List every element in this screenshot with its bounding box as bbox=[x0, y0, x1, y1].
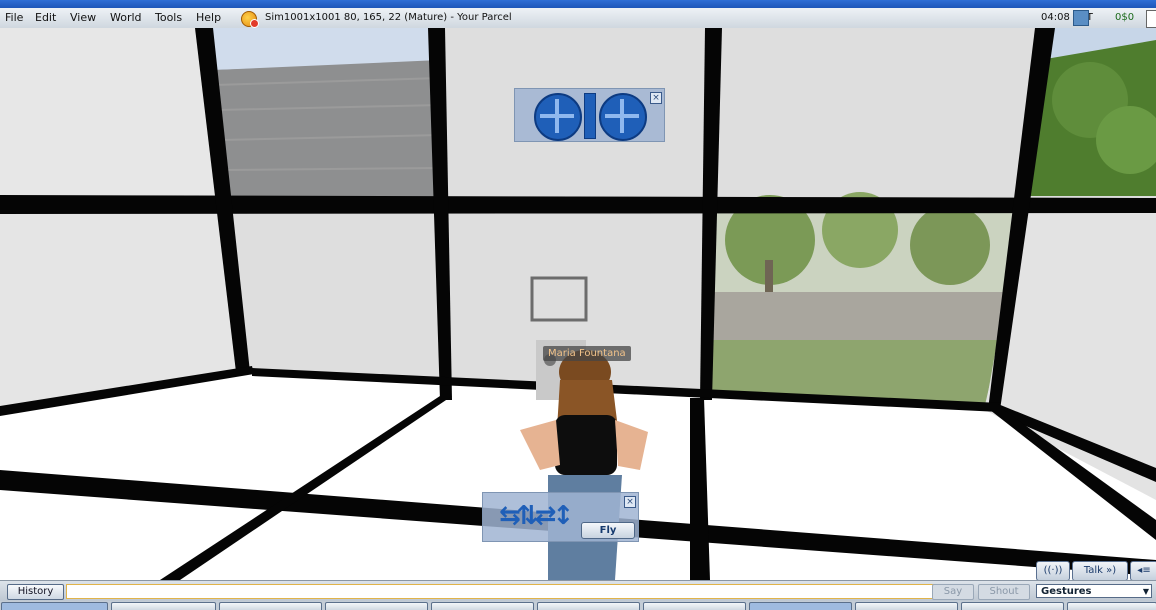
gestures-dropdown[interactable]: Gestures ▼ bbox=[1036, 584, 1152, 598]
menu-world[interactable]: World bbox=[110, 11, 142, 24]
window-control[interactable] bbox=[1146, 10, 1156, 28]
world-viewport[interactable]: Maria Fountana × ⇆⇅⇄↕ × Fly ((·)) Talk »… bbox=[0, 28, 1156, 580]
toolbar-button-1[interactable] bbox=[1, 602, 108, 610]
history-button[interactable]: History bbox=[7, 584, 64, 600]
camera-orbit-joystick[interactable] bbox=[534, 93, 582, 141]
gestures-label: Gestures bbox=[1041, 586, 1092, 597]
menu-bar: File Edit View World Tools Help Sim1001x… bbox=[0, 8, 1156, 29]
toolbar-button-6[interactable] bbox=[537, 602, 640, 610]
location-text[interactable]: Sim1001x1001 80, 165, 22 (Mature) - Your… bbox=[265, 12, 512, 23]
toolbar-button-8[interactable] bbox=[749, 602, 852, 610]
movement-controls-panel: ⇆⇅⇄↕ × Fly bbox=[482, 492, 639, 542]
chat-input[interactable] bbox=[66, 584, 934, 599]
camera-pan-joystick[interactable] bbox=[599, 93, 647, 141]
balance-text[interactable]: 0$0 bbox=[1115, 12, 1134, 23]
toolbar-button-9[interactable] bbox=[855, 602, 958, 610]
speakers-icon[interactable]: ◂≡ bbox=[1130, 561, 1156, 580]
menu-edit[interactable]: Edit bbox=[35, 11, 56, 24]
toolbar-button-3[interactable] bbox=[219, 602, 322, 610]
chevron-down-icon: ▼ bbox=[1142, 587, 1149, 596]
bottom-toolbar bbox=[0, 601, 1156, 610]
toolbar-button-7[interactable] bbox=[643, 602, 746, 610]
toolbar-button-4[interactable] bbox=[325, 602, 428, 610]
menu-view[interactable]: View bbox=[70, 11, 96, 24]
voice-settings-icon[interactable]: ((·)) bbox=[1036, 561, 1070, 580]
camera-controls-panel: × bbox=[514, 88, 665, 142]
close-movement-controls-icon[interactable]: × bbox=[624, 496, 636, 508]
toolbar-button-11[interactable] bbox=[1067, 602, 1156, 610]
talk-label: Talk bbox=[1083, 565, 1103, 576]
shout-button[interactable]: Shout bbox=[978, 584, 1030, 600]
media-icon[interactable] bbox=[1073, 10, 1089, 26]
fly-button[interactable]: Fly bbox=[581, 522, 635, 539]
toolbar-button-5[interactable] bbox=[431, 602, 534, 610]
avatar-name-tag: Maria Fountana bbox=[543, 346, 631, 361]
movement-arrows-icon[interactable]: ⇆⇅⇄↕ bbox=[499, 499, 574, 533]
voice-controls: ((·)) Talk ») ◂≡ bbox=[1032, 561, 1156, 580]
toolbar-button-2[interactable] bbox=[111, 602, 216, 610]
close-camera-controls-icon[interactable]: × bbox=[650, 92, 662, 104]
chat-bar: History Say Shout Gestures ▼ bbox=[0, 580, 1156, 602]
menu-help[interactable]: Help bbox=[196, 11, 221, 24]
menu-file[interactable]: File bbox=[5, 11, 23, 24]
window-title-bar bbox=[0, 0, 1156, 8]
menu-tools[interactable]: Tools bbox=[155, 11, 182, 24]
talk-button[interactable]: Talk ») bbox=[1072, 561, 1128, 580]
camera-zoom-slider[interactable] bbox=[584, 93, 596, 139]
say-button[interactable]: Say bbox=[932, 584, 974, 600]
toolbar-button-10[interactable] bbox=[961, 602, 1064, 610]
parcel-status-icon[interactable] bbox=[241, 11, 259, 28]
